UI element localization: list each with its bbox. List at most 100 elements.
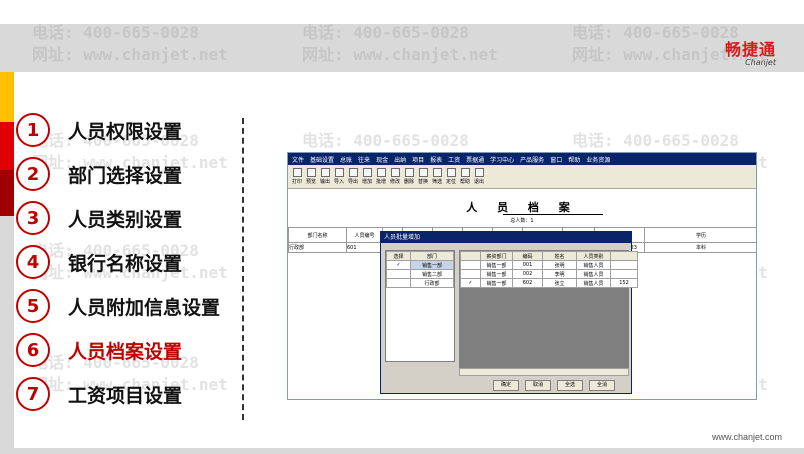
app-menu-item[interactable]: 文件 [292,155,304,164]
emp-type: 销售人员 [576,269,611,279]
toolbar-help-button[interactable]: 帮助 [458,165,472,188]
app-menu-item[interactable]: 报表 [430,155,442,164]
emp-extra [610,269,638,279]
app-menu-item[interactable]: 基础设置 [310,155,334,164]
app-menu-item[interactable]: 学习中心 [490,155,514,164]
grid-header-cell[interactable]: 部门名称 [288,227,347,243]
batch-add-dialog: 人员批量增加 选择 部门 ✓ 销售一部 销售二部 行政部 薪资部门 编码 姓名 … [380,231,638,394]
ok-button[interactable]: 确定 [493,380,519,391]
emp-type: 销售人员 [576,260,611,270]
toolbar-output-button[interactable]: 输出 [318,165,332,188]
menu-item-label: 人员附加信息设置 [68,296,221,319]
select-checkbox[interactable]: ✓ [460,278,481,288]
emp-header-cell: 姓名 [542,251,577,261]
app-menu-item[interactable]: 出纳 [394,155,406,164]
toolbar-locate-button[interactable]: 定位 [444,165,458,188]
app-menu-item[interactable]: 业务资源 [586,155,610,164]
output-icon [320,168,330,177]
emp-dept: 销售一部 [480,260,513,270]
select-checkbox[interactable] [386,269,411,279]
dept-header-cell: 选择 [386,251,411,261]
menu-item-5[interactable]: 5 人员附加信息设置 [14,284,240,328]
list-item[interactable]: ✓ 销售一部 [386,260,454,270]
batch-add-icon [376,168,386,177]
toolbar-exit-button[interactable]: 退出 [472,165,486,188]
select-checkbox[interactable] [460,260,481,270]
emp-dept: 销售一部 [480,278,513,288]
dialog-buttons: 确定 取消 全选 全消 [493,380,615,391]
emp-name: 张明 [542,260,577,270]
list-item[interactable]: 销售二部 [386,269,454,279]
app-menu-item[interactable]: 票据通 [466,155,484,164]
select-checkbox[interactable]: ✓ [386,260,411,270]
deselect-all-button[interactable]: 全消 [589,380,615,391]
select-all-button[interactable]: 全选 [557,380,583,391]
cancel-button[interactable]: 取消 [525,380,551,391]
list-item[interactable]: 销售一部 002 李明 销售人员 [460,269,638,279]
emp-header-cell: 人员类别 [576,251,611,261]
app-page-title: 人 员 档 案 [466,201,578,214]
employee-header-row: 薪资部门 编码 姓名 人员类别 [460,251,638,261]
toolbar-preview-button[interactable]: 预览 [304,165,318,188]
toolbar-export-button[interactable]: 导出 [346,165,360,188]
menu-item-1[interactable]: 1 人员权限设置 [14,108,240,152]
menu-item-2[interactable]: 2 部门选择设置 [14,152,240,196]
exit-icon [474,168,484,177]
print-icon [292,168,302,177]
toolbar-print-button[interactable]: 打印 [290,165,304,188]
list-item[interactable]: ✓ 销售一部 602 张立 销售人员 152 [460,278,638,288]
menu-number-badge: 3 [16,201,50,235]
toolbar-edit-button[interactable]: 修改 [388,165,402,188]
emp-extra: 152 [610,278,638,288]
menu-number-badge: 2 [16,157,50,191]
menu-item-3[interactable]: 3 人员类别设置 [14,196,240,240]
grid-header-cell[interactable]: 人员编号 [346,227,383,243]
app-menu-item[interactable]: 往来 [358,155,370,164]
grid-cell: 601 [346,242,383,253]
horizontal-scrollbar[interactable] [459,368,629,376]
app-menu-item[interactable]: 项目 [412,155,424,164]
toolbar-import-button[interactable]: 导入 [332,165,346,188]
employee-table: 薪资部门 编码 姓名 人员类别 销售一部 001 张明 销售人员 销售一部 00… [460,251,638,288]
left-accent-red [0,122,14,170]
menu-item-6[interactable]: 6 人员档案设置 [14,328,240,372]
app-menu-item[interactable]: 产品服务 [520,155,544,164]
app-toolbar: 打印 预览 输出 导入 导出 增加 批增 修改 删除 替换 筛选 定位 帮助 退… [288,165,756,189]
select-checkbox[interactable] [460,269,481,279]
department-header-row: 选择 部门 [386,251,454,261]
list-item[interactable]: 行政部 [386,278,454,288]
replace-icon [418,168,428,177]
title-underline [503,214,603,215]
emp-header-cell [610,251,638,261]
help-icon [460,168,470,177]
grid-header-cell[interactable]: 学历 [644,227,756,243]
menu-number-badge: 5 [16,289,50,323]
menu-number-badge: 4 [16,245,50,279]
toolbar-add-button[interactable]: 增加 [360,165,374,188]
department-name: 行政部 [410,278,454,288]
app-menu-item[interactable]: 总账 [340,155,352,164]
app-menu-item[interactable]: 现金 [376,155,388,164]
menu-item-label: 工资项目设置 [68,384,183,407]
toolbar-filter-button[interactable]: 筛选 [430,165,444,188]
app-menu-item[interactable]: 工资 [448,155,460,164]
toolbar-delete-button[interactable]: 删除 [402,165,416,188]
toolbar-replace-button[interactable]: 替换 [416,165,430,188]
app-menu-item[interactable]: 帮助 [568,155,580,164]
emp-code: 001 [512,260,543,270]
emp-header-cell: 编码 [512,251,543,261]
filter-icon [432,168,442,177]
total-count: 总人数：1 [510,218,534,224]
app-menu-item[interactable]: 窗口 [550,155,562,164]
add-icon [362,168,372,177]
menu-item-7[interactable]: 7 工资项目设置 [14,372,240,416]
department-name: 销售一部 [410,260,454,270]
slide: 电话: 400-665-0028 网址: www.chanjet.net 电话: … [0,0,804,454]
toolbar-batch-add-button[interactable]: 批增 [374,165,388,188]
menu-item-4[interactable]: 4 银行名称设置 [14,240,240,284]
list-item[interactable]: 销售一部 001 张明 销售人员 [460,260,638,270]
dept-header-cell: 部门 [410,251,454,261]
menu-number-badge: 1 [16,113,50,147]
import-icon [334,168,344,177]
select-checkbox[interactable] [386,278,411,288]
